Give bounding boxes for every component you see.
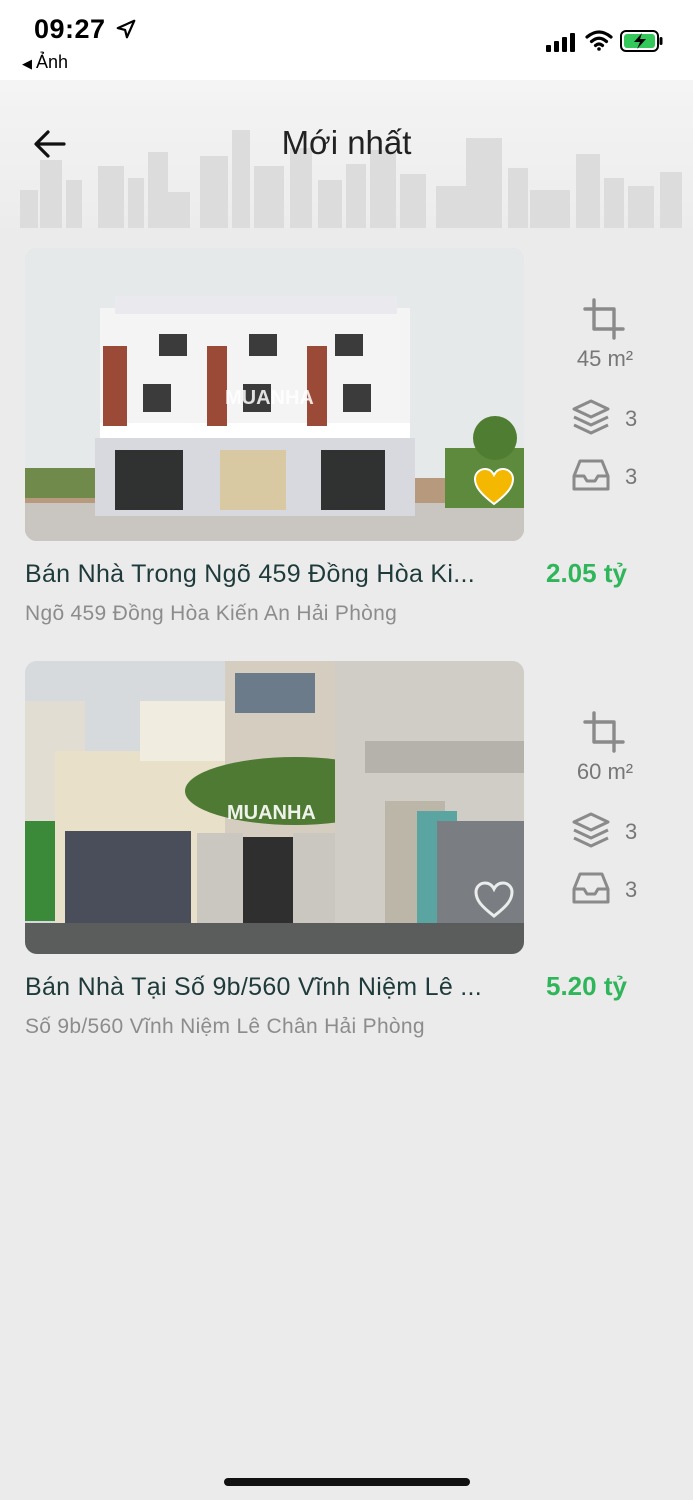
heart-outline-icon <box>474 881 514 918</box>
rooms-value: 3 <box>625 464 638 489</box>
battery-charging-icon <box>620 30 663 52</box>
favorite-button[interactable] <box>471 879 517 921</box>
heart-filled-icon <box>473 468 515 506</box>
watermark-text: MUANHA <box>225 387 314 409</box>
back-triangle-icon: ◀ <box>22 56 32 71</box>
layers-icon <box>572 399 610 435</box>
header: Mới nhất <box>0 80 693 228</box>
inbox-room-icon <box>572 459 610 491</box>
cellular-signal-icon <box>546 33 575 52</box>
location-arrow-icon <box>116 19 136 39</box>
status-bar: 09:27 ◀ Ảnh <box>0 0 693 80</box>
back-to-app-link[interactable]: ◀ Ảnh <box>22 52 68 73</box>
wifi-icon <box>585 30 613 51</box>
layers-icon <box>572 812 610 848</box>
page-title: Mới nhất <box>281 124 412 161</box>
rooms-value: 3 <box>625 877 638 902</box>
listing-card[interactable]: MUANHA 60 m² 3 3 Bán Nhà Tại Số 9b/560 V… <box>0 661 693 1061</box>
floors-value: 3 <box>625 819 638 844</box>
watermark-text: MUANHA <box>227 802 316 824</box>
listing-title[interactable]: Bán Nhà Trong Ngõ 459 Đồng Hòa Ki... <box>25 560 525 589</box>
area-value: 60 m² <box>576 759 634 784</box>
listing-price: 2.05 tỷ <box>546 558 627 588</box>
back-app-label: Ảnh <box>36 52 69 72</box>
favorite-button[interactable] <box>471 466 517 508</box>
listing-address: Ngõ 459 Đồng Hòa Kiến An Hải Phòng <box>25 602 398 625</box>
crop-area-icon <box>583 711 625 753</box>
home-indicator[interactable] <box>224 1478 470 1486</box>
crop-area-icon <box>583 298 625 340</box>
status-time: 09:27 <box>34 14 106 44</box>
listing-price: 5.20 tỷ <box>546 971 627 1001</box>
listing-title[interactable]: Bán Nhà Tại Số 9b/560 Vĩnh Niệm Lê ... <box>25 973 525 1002</box>
listing-photo[interactable]: MUANHA <box>25 661 524 954</box>
listing-address: Số 9b/560 Vĩnh Niệm Lê Chân Hải Phòng <box>25 1015 425 1038</box>
listing-card[interactable]: MUANHA 45 m² 3 3 Bán Nhà Trong Ngõ 459 Đ… <box>0 248 693 648</box>
floors-value: 3 <box>625 406 638 431</box>
area-value: 45 m² <box>576 346 634 371</box>
inbox-room-icon <box>572 872 610 904</box>
listing-photo[interactable]: MUANHA <box>25 248 524 541</box>
